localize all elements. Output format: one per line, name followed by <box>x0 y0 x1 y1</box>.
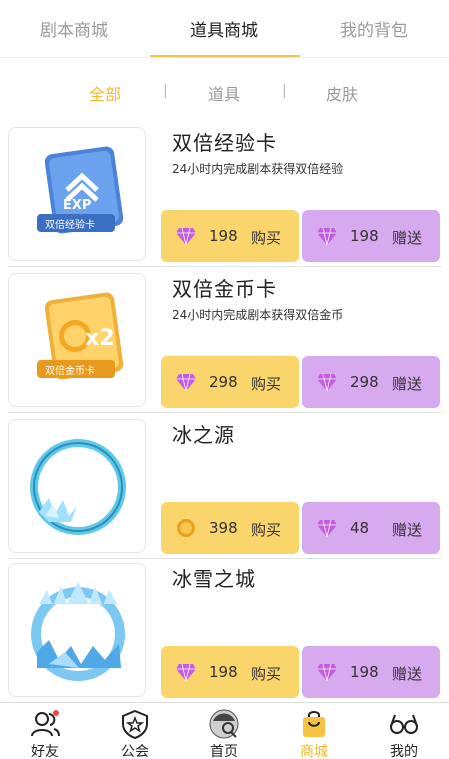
diamond-icon <box>176 227 196 246</box>
x2-badge-text: x2 <box>85 326 115 351</box>
buy-label: 购买 <box>251 665 282 683</box>
exp-badge-text: EXP <box>63 198 92 213</box>
nav-guild[interactable]: 公会 <box>90 703 180 759</box>
item-description: 24小时内完成剧本获得双倍金币 <box>172 308 344 322</box>
buy-price: 298 <box>209 373 238 391</box>
thumb-caption: 双倍金币卡 <box>45 366 95 377</box>
buy-price: 198 <box>209 663 238 681</box>
buy-button[interactable]: 198 购买 <box>161 210 299 262</box>
diamond-icon <box>317 519 337 538</box>
filter-bar: 全部 | 道具 | 皮肤 <box>0 78 449 106</box>
item-name: 冰雪之城 <box>172 567 256 591</box>
friends-icon <box>31 710 60 737</box>
buy-button[interactable]: 398 购买 <box>161 502 299 554</box>
tab-item-store[interactable]: 道具商城 <box>190 16 258 41</box>
detective-avatar-icon <box>209 709 239 739</box>
nav-label: 公会 <box>121 744 149 759</box>
gift-price: 48 <box>350 519 370 537</box>
thumb-caption: 双倍经验卡 <box>45 220 95 231</box>
gift-label: 赠送 <box>392 375 423 393</box>
filter-all[interactable]: 全部 <box>89 81 121 105</box>
item-name: 冰之源 <box>172 423 235 447</box>
diamond-icon <box>176 663 196 682</box>
gift-price: 198 <box>350 227 379 245</box>
buy-label: 购买 <box>251 521 282 539</box>
bottom-navigation: 好友 公会 首页 商城 我的 <box>0 702 449 759</box>
diamond-icon <box>317 663 337 682</box>
filter-separator: | <box>163 83 168 99</box>
item-name: 双倍金币卡 <box>172 277 277 301</box>
nav-label: 商城 <box>300 744 328 759</box>
gift-label: 赠送 <box>392 229 423 247</box>
gift-button[interactable]: 48 赠送 <box>302 502 440 554</box>
nav-me[interactable]: 我的 <box>359 703 449 759</box>
filter-items[interactable]: 道具 <box>208 81 240 105</box>
nav-home[interactable]: 首页 <box>179 703 269 759</box>
gift-button[interactable]: 198 赠送 <box>302 646 440 698</box>
list-item: 冰雪之城 198 购买 198 赠送 <box>0 558 449 702</box>
list-item: EXP 双倍经验卡 双倍经验卡 24小时内完成剧本获得双倍经验 198 购买 1… <box>0 122 449 266</box>
diamond-icon <box>317 373 337 392</box>
diamond-icon <box>176 373 196 392</box>
divider <box>8 266 441 267</box>
gift-label: 赠送 <box>392 665 423 683</box>
nav-label: 我的 <box>390 744 418 759</box>
nav-friends[interactable]: 好友 <box>0 703 90 759</box>
list-item: x2 双倍金币卡 双倍金币卡 24小时内完成剧本获得双倍金币 298 购买 29… <box>0 268 449 412</box>
top-tab-bar: 剧本商城 道具商城 我的背包 <box>0 0 449 58</box>
nav-label: 好友 <box>31 744 59 759</box>
item-name: 双倍经验卡 <box>172 131 277 155</box>
diamond-icon <box>317 227 337 246</box>
buy-button[interactable]: 298 购买 <box>161 356 299 408</box>
buy-price: 198 <box>209 227 238 245</box>
gift-button[interactable]: 298 赠送 <box>302 356 440 408</box>
double-exp-card-image: EXP 双倍经验卡 <box>8 127 146 261</box>
filter-separator: | <box>282 83 287 99</box>
notification-dot <box>53 710 59 716</box>
coin-icon <box>177 519 195 537</box>
list-item: 冰之源 398 购买 48 赠送 <box>0 414 449 558</box>
divider <box>8 412 441 413</box>
item-description: 24小时内完成剧本获得双倍经验 <box>172 162 344 176</box>
gift-button[interactable]: 198 赠送 <box>302 210 440 262</box>
tab-script-store[interactable]: 剧本商城 <box>40 16 108 41</box>
gift-label: 赠送 <box>392 521 423 539</box>
shopping-bag-icon <box>303 711 325 737</box>
nav-store[interactable]: 商城 <box>269 703 359 759</box>
gift-price: 298 <box>350 373 379 391</box>
buy-label: 购买 <box>251 229 282 247</box>
filter-skins[interactable]: 皮肤 <box>326 81 358 105</box>
glasses-icon <box>390 714 418 734</box>
ice-source-frame-image <box>8 419 146 553</box>
buy-label: 购买 <box>251 375 282 393</box>
nav-label: 首页 <box>210 744 238 759</box>
buy-button[interactable]: 198 购买 <box>161 646 299 698</box>
active-tab-indicator <box>150 55 300 57</box>
ice-city-frame-image <box>8 563 146 697</box>
double-gold-card-image: x2 双倍金币卡 <box>8 273 146 407</box>
gift-price: 198 <box>350 663 379 681</box>
tab-my-backpack[interactable]: 我的背包 <box>340 16 408 41</box>
buy-price: 398 <box>209 519 238 537</box>
guild-shield-icon <box>122 709 148 739</box>
